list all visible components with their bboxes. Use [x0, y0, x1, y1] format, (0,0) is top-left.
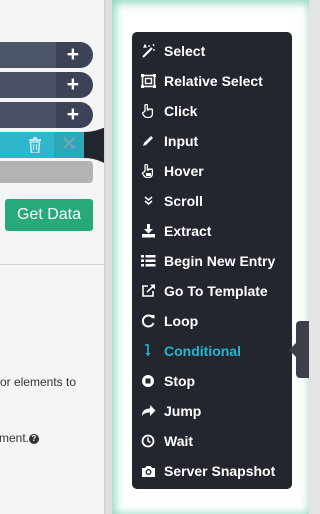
list-icon	[141, 255, 156, 267]
menu-item-hover[interactable]: Hover	[132, 156, 292, 186]
command-type-menu: Select Relative Select Click Input Hover	[132, 32, 292, 489]
download-icon	[142, 224, 155, 238]
hint-text: or elements to	[0, 375, 76, 389]
close-icon[interactable]: ✕	[54, 132, 84, 158]
menu-item-label: Server Snapshot	[164, 463, 276, 479]
share-arrow-icon	[142, 405, 156, 416]
trash-icon[interactable]	[28, 137, 42, 153]
menu-item-label: Jump	[164, 403, 202, 419]
hand-pointer-icon	[141, 104, 154, 118]
menu-item-scroll[interactable]: Scroll	[132, 186, 292, 216]
command-row[interactable]: +	[0, 102, 93, 128]
add-command-icon[interactable]: +	[67, 104, 79, 126]
command-row[interactable]: +	[0, 42, 93, 68]
menu-item-extract[interactable]: Extract	[132, 216, 292, 246]
clock-icon	[141, 434, 155, 448]
command-row[interactable]: +	[0, 72, 93, 98]
stop-circle-icon	[142, 375, 154, 387]
relative-select-icon	[141, 74, 156, 88]
menu-item-label: Input	[164, 133, 199, 149]
menu-item-label: Begin New Entry	[164, 253, 276, 269]
menu-item-loop[interactable]: Loop	[132, 306, 292, 336]
get-data-button[interactable]: Get Data	[5, 199, 93, 231]
hint-text: ment.	[0, 431, 29, 445]
menu-item-stop[interactable]: Stop	[132, 366, 292, 396]
external-link-icon	[142, 284, 155, 297]
menu-item-label: Relative Select	[164, 73, 263, 89]
menu-item-label: Go To Template	[164, 283, 268, 299]
side-tab-pointer	[289, 343, 296, 357]
selected-command-row[interactable]: ✕	[0, 132, 84, 158]
side-panel-tab[interactable]	[296, 321, 309, 378]
menu-item-label: Select	[164, 43, 206, 59]
command-placeholder-bar[interactable]	[0, 161, 93, 183]
menu-item-label: Stop	[164, 373, 196, 389]
command-row-body	[0, 102, 56, 128]
camera-icon	[142, 466, 155, 477]
pencil-icon	[143, 136, 153, 146]
menu-item-wait[interactable]: Wait	[132, 426, 292, 456]
command-row-body	[0, 72, 56, 98]
double-chevron-down-icon	[144, 196, 153, 205]
menu-item-select[interactable]: Select	[132, 36, 292, 66]
hand-hover-icon	[141, 164, 154, 178]
add-command-icon[interactable]: +	[67, 74, 79, 96]
menu-item-input[interactable]: Input	[132, 126, 292, 156]
menu-item-label: Click	[164, 103, 198, 119]
command-list-panel: + + + ✕ Get Data or elements to ment.?	[0, 0, 104, 514]
menu-item-jump[interactable]: Jump	[132, 396, 292, 426]
level-down-arrow-icon	[145, 344, 151, 357]
refresh-icon	[141, 314, 155, 328]
divider	[0, 264, 104, 265]
menu-item-label: Extract	[164, 223, 212, 239]
menu-item-label: Scroll	[164, 193, 203, 209]
menu-item-begin-new-entry[interactable]: Begin New Entry	[132, 246, 292, 276]
menu-item-server-snapshot[interactable]: Server Snapshot	[132, 456, 292, 486]
help-icon[interactable]: ?	[29, 433, 39, 444]
magic-wand-icon	[142, 44, 155, 58]
command-row-body	[0, 42, 56, 68]
menu-item-label: Loop	[164, 313, 199, 329]
menu-item-click[interactable]: Click	[132, 96, 292, 126]
menu-item-label: Hover	[164, 163, 204, 179]
menu-item-label: Conditional	[164, 343, 241, 359]
hint-text-with-help: ment.?	[0, 431, 39, 445]
menu-item-conditional[interactable]: Conditional	[132, 336, 292, 366]
add-command-icon[interactable]: +	[67, 44, 79, 66]
menu-item-label: Wait	[164, 433, 194, 449]
menu-item-go-to-template[interactable]: Go To Template	[132, 276, 292, 306]
menu-item-relative-select[interactable]: Relative Select	[132, 66, 292, 96]
